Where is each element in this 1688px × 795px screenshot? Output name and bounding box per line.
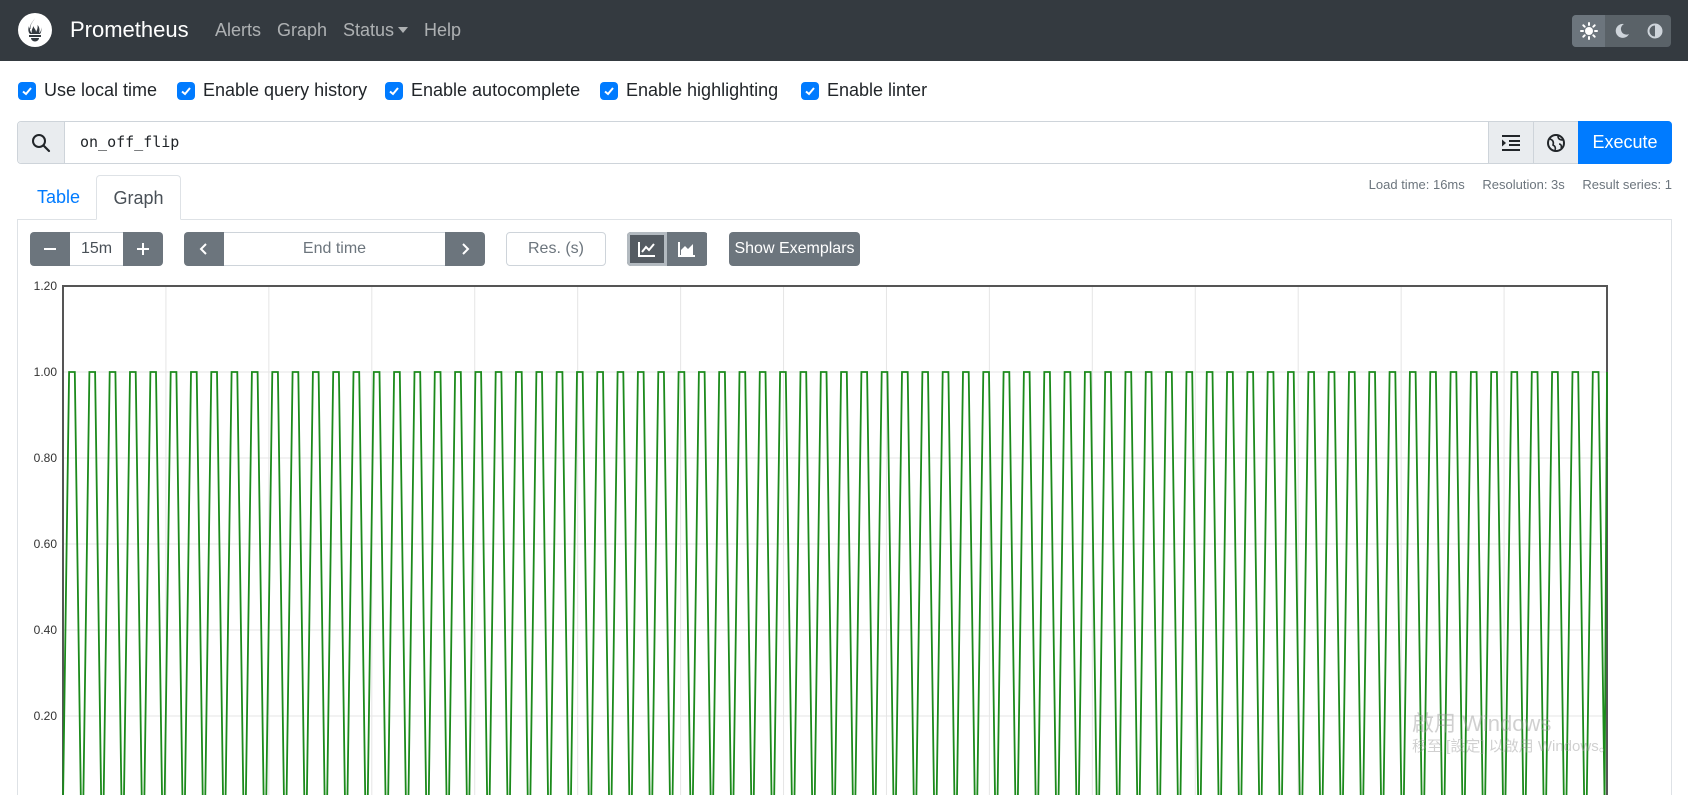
activation-watermark-text: 移至 [設定] 以啟用 Windows。 (1412, 738, 1614, 755)
load-time: Load time: 16ms (1368, 177, 1465, 192)
area-chart-icon (678, 242, 695, 257)
option-label: Enable highlighting (626, 80, 779, 100)
nav-status[interactable]: Status (343, 20, 409, 41)
globe-icon (1547, 133, 1565, 152)
result-series: Result series: 1 (1582, 177, 1672, 192)
checkbox-checked-icon[interactable] (177, 81, 195, 100)
option-enable-linter[interactable]: Enable linter (801, 80, 927, 101)
activation-watermark-title: 啟用 Windows (1412, 711, 1552, 736)
option-enable-highlighting[interactable]: Enable highlighting (600, 80, 778, 101)
end-time-control: End time (184, 232, 485, 266)
resolution: Resolution: 3s (1482, 177, 1565, 192)
tab-graph[interactable]: Graph (96, 175, 181, 220)
nav-status-label: Status (343, 20, 395, 40)
format-expression-button[interactable] (1488, 122, 1533, 163)
series-line (62, 371, 1608, 795)
minus-icon (44, 248, 56, 250)
option-label: Enable query history (203, 80, 368, 100)
query-input[interactable]: on_off_flip (65, 122, 1488, 163)
chevron-right-icon (462, 243, 470, 255)
range-control: 15m (30, 232, 163, 266)
resolution-input[interactable]: Res. (s) (506, 232, 606, 266)
checkbox-checked-icon[interactable] (801, 81, 819, 100)
tab-table[interactable]: Table (19, 175, 98, 220)
chevron-left-icon (199, 243, 207, 255)
prometheus-logo-icon[interactable] (17, 12, 53, 48)
line-chart-icon (638, 242, 655, 257)
option-label: Enable autocomplete (411, 80, 581, 100)
query-stats: Load time: 16ms Resolution: 3s Result se… (1355, 177, 1672, 192)
option-enable-autocomplete[interactable]: Enable autocomplete (385, 80, 580, 101)
theme-light-button[interactable] (1572, 15, 1605, 47)
chevron-down-icon (398, 26, 409, 33)
option-label: Enable linter (827, 80, 928, 100)
metrics-explorer-button[interactable] (1533, 122, 1578, 163)
y-tick-label: 0.80 (34, 451, 58, 465)
y-tick-label: 1.20 (34, 279, 58, 293)
checkbox-checked-icon[interactable] (600, 81, 618, 100)
previous-time-button[interactable] (184, 232, 224, 266)
stacked-chart-button[interactable] (667, 232, 707, 266)
option-enable-query-history[interactable]: Enable query history (177, 80, 367, 101)
chart-type-toggle (627, 232, 708, 266)
end-time-input[interactable]: End time (224, 232, 445, 266)
execute-button[interactable]: Execute (1578, 121, 1672, 164)
nav-alerts[interactable]: Alerts (215, 20, 261, 41)
plus-icon (137, 243, 149, 255)
contrast-icon (1647, 23, 1662, 39)
line-chart-button[interactable] (627, 232, 667, 266)
decrease-range-button[interactable] (30, 232, 70, 266)
search-addon (18, 122, 65, 163)
option-use-local-time[interactable]: Use local time (18, 80, 157, 101)
option-label: Use local time (44, 80, 158, 100)
y-tick-label: 0.40 (34, 623, 58, 637)
increase-range-button[interactable] (123, 232, 163, 266)
nav-help[interactable]: Help (424, 20, 461, 41)
checkbox-checked-icon[interactable] (18, 81, 36, 100)
checkbox-checked-icon[interactable] (385, 81, 403, 100)
indent-icon (1502, 134, 1520, 151)
range-input[interactable]: 15m (70, 232, 123, 266)
brand-title[interactable]: Prometheus (70, 17, 189, 43)
y-tick-label: 0.60 (34, 537, 58, 551)
next-time-button[interactable] (445, 232, 485, 266)
sun-icon (1579, 22, 1598, 40)
search-icon (32, 133, 51, 152)
plot-frame (62, 285, 1608, 795)
show-exemplars-button[interactable]: Show Exemplars (729, 232, 860, 266)
theme-switcher (1572, 15, 1671, 47)
y-tick-label: 1.00 (34, 365, 58, 379)
nav-graph[interactable]: Graph (277, 20, 327, 41)
navbar: Prometheus Alerts Graph Status Help (0, 0, 1688, 61)
theme-dark-button[interactable] (1605, 15, 1638, 47)
theme-auto-button[interactable] (1638, 15, 1671, 47)
y-tick-label: 0.20 (34, 709, 58, 723)
moon-icon (1615, 23, 1629, 38)
query-bar: on_off_flip Execute (17, 121, 1672, 164)
